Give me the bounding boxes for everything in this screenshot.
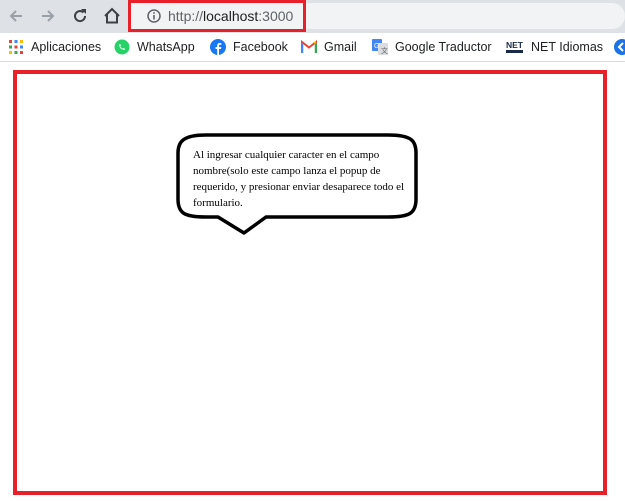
reload-icon [74,9,87,23]
bookmark-apps[interactable]: Aplicaciones [8,37,101,57]
arrow-left-icon [9,10,22,22]
bookmark-net-idiomas[interactable]: NET NET Idiomas [506,37,603,57]
forward-button[interactable] [37,5,59,27]
home-icon [104,7,120,24]
bookmark-label: WhatsApp [137,40,195,54]
google-translate-icon: G 文 [372,39,388,55]
bookmarks-bar: Aplicaciones WhatsApp Facebook Gmail G 文… [0,33,625,62]
info-icon[interactable] [146,8,162,24]
bookmark-gmail[interactable]: Gmail [301,37,357,57]
bookmark-partial-icon [614,39,625,55]
bookmark-label: Aplicaciones [31,40,102,54]
annotation-text: Al ingresar cualquier caracter en el cam… [193,149,405,209]
arrow-right-icon [42,10,55,22]
svg-text:G: G [374,43,379,50]
whatsapp-icon [114,39,130,55]
bookmark-label: Facebook [233,40,288,54]
address-bar-highlight: http://localhost:3000 [128,0,306,32]
net-idiomas-icon: NET [506,39,524,55]
address-bar[interactable]: http://localhost:3000 [134,6,300,26]
bookmark-label: NET Idiomas [531,40,604,54]
svg-text:文: 文 [381,46,388,55]
home-button[interactable] [101,5,123,27]
browser-toolbar: http://localhost:3000 [0,0,625,33]
bookmark-overflow[interactable] [614,37,625,57]
bookmark-label: Gmail [324,40,357,54]
url-scheme: http:// [168,8,204,24]
bookmark-whatsapp[interactable]: WhatsApp [114,37,195,57]
svg-text:NET: NET [506,40,524,50]
back-button[interactable] [5,5,27,27]
bookmark-label: Google Traductor [395,40,492,54]
url-host: localhost [203,8,259,24]
url-text[interactable]: http://localhost:3000 [168,8,293,24]
bookmark-google-translate[interactable]: G 文 Google Traductor [372,37,492,57]
url-port: :3000 [258,8,294,24]
address-bar-extension[interactable] [306,3,625,29]
apps-grid-icon [8,39,24,55]
reload-button[interactable] [69,5,91,27]
gmail-icon [301,39,317,55]
bookmark-facebook[interactable]: Facebook [210,37,288,57]
facebook-icon [210,39,226,55]
